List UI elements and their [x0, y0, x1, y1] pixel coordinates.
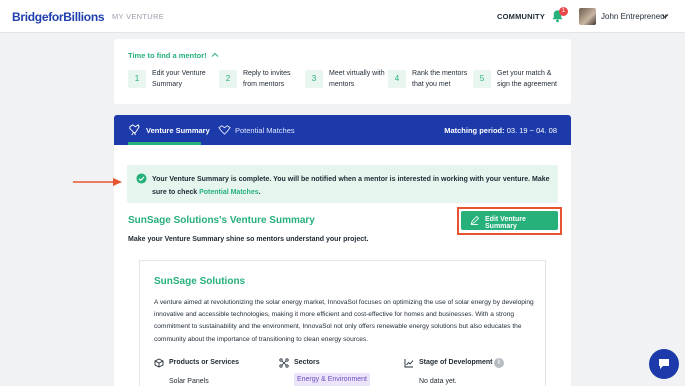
venture-summary-subtitle: Make your Venture Summary shine so mento…: [128, 236, 369, 243]
step-5: 5 Get your match & sign the agreement: [473, 68, 569, 92]
handshake-icon: [129, 124, 140, 136]
venture-tabs-bar: Venture Summary Potential Matches Matchi…: [114, 115, 571, 145]
venture-details-card: SunSage Solutions A venture aimed at rev…: [139, 260, 546, 386]
step-number: 4: [388, 70, 406, 88]
matching-period: Matching period: 03. 19 ~ 04. 08: [444, 126, 557, 135]
chat-icon: [659, 359, 669, 369]
step-number: 1: [128, 70, 146, 88]
step-text: Reply to invites from mentors: [243, 70, 291, 88]
chat-button[interactable]: [649, 349, 679, 379]
step-text: Get your match & sign the agreement: [497, 70, 557, 88]
brand-logo[interactable]: BridgeforBillions: [12, 10, 105, 24]
check-circle-icon: [136, 173, 147, 184]
mentor-steps-title: Time to find a mentor!: [128, 51, 207, 60]
chevron-down-icon[interactable]: [661, 12, 669, 20]
nav-my-venture[interactable]: MY VENTURE: [112, 12, 164, 21]
step-number: 2: [219, 70, 237, 88]
completion-alert: Your Venture Summary is complete. You wi…: [127, 165, 558, 203]
venture-summary-title: SunSage Solutions's Venture Summary: [128, 215, 315, 226]
products-value: Solar Panels: [169, 378, 209, 385]
alert-message: Your Venture Summary is complete. You wi…: [152, 176, 550, 196]
sector-tag: Energy & Environment: [294, 373, 370, 386]
potential-matches-link[interactable]: Potential Matches: [199, 189, 259, 196]
pencil-icon: [470, 216, 479, 225]
user-name[interactable]: John Entrepreneur: [601, 12, 667, 21]
edit-button-label: Edit Venture Summary: [485, 216, 526, 230]
edit-venture-summary-button[interactable]: Edit Venture Summary: [461, 211, 558, 230]
step-1: 1 Edit your Venture Summary: [128, 68, 212, 92]
handshake-icon: [218, 125, 231, 135]
tab-potential-matches[interactable]: Potential Matches: [235, 126, 295, 135]
step-4: 4 Rank the mentors that you met: [388, 68, 472, 92]
pointer-arrow-icon: [73, 178, 122, 186]
top-navbar: BridgeforBillions MY VENTURE COMMUNITY 1…: [0, 0, 685, 33]
notification-badge: 1: [559, 7, 568, 16]
trend-chart-icon: [404, 359, 414, 368]
stage-value: No data yet.: [419, 378, 457, 385]
venture-summary-panel: Your Venture Summary is complete. You wi…: [114, 145, 571, 386]
step-2: 2 Reply to invites from mentors: [219, 68, 303, 92]
stage-label: Stage of Development: [419, 359, 493, 366]
venture-name: SunSage Solutions: [154, 276, 246, 287]
info-icon[interactable]: i: [494, 358, 504, 368]
step-3: 3 Meet virtually with mentors: [305, 68, 389, 92]
chevron-up-icon[interactable]: [211, 51, 219, 59]
nav-community[interactable]: COMMUNITY: [497, 12, 545, 21]
step-text: Edit your Venture Summary: [152, 70, 206, 88]
cube-icon: [154, 358, 164, 368]
step-number: 5: [473, 70, 491, 88]
venture-description: A venture aimed at revolutionizing the s…: [154, 299, 534, 343]
tab-venture-summary[interactable]: Venture Summary: [146, 126, 210, 135]
sectors-icon: [279, 358, 289, 368]
step-text: Rank the mentors that you met: [412, 70, 468, 88]
step-number: 3: [305, 70, 323, 88]
sectors-label: Sectors: [294, 359, 320, 366]
products-label: Products or Services: [169, 359, 240, 366]
step-text: Meet virtually with mentors: [329, 70, 385, 88]
mentor-steps-card: Time to find a mentor! 1 Edit your Ventu…: [114, 39, 571, 104]
avatar[interactable]: [579, 8, 596, 25]
